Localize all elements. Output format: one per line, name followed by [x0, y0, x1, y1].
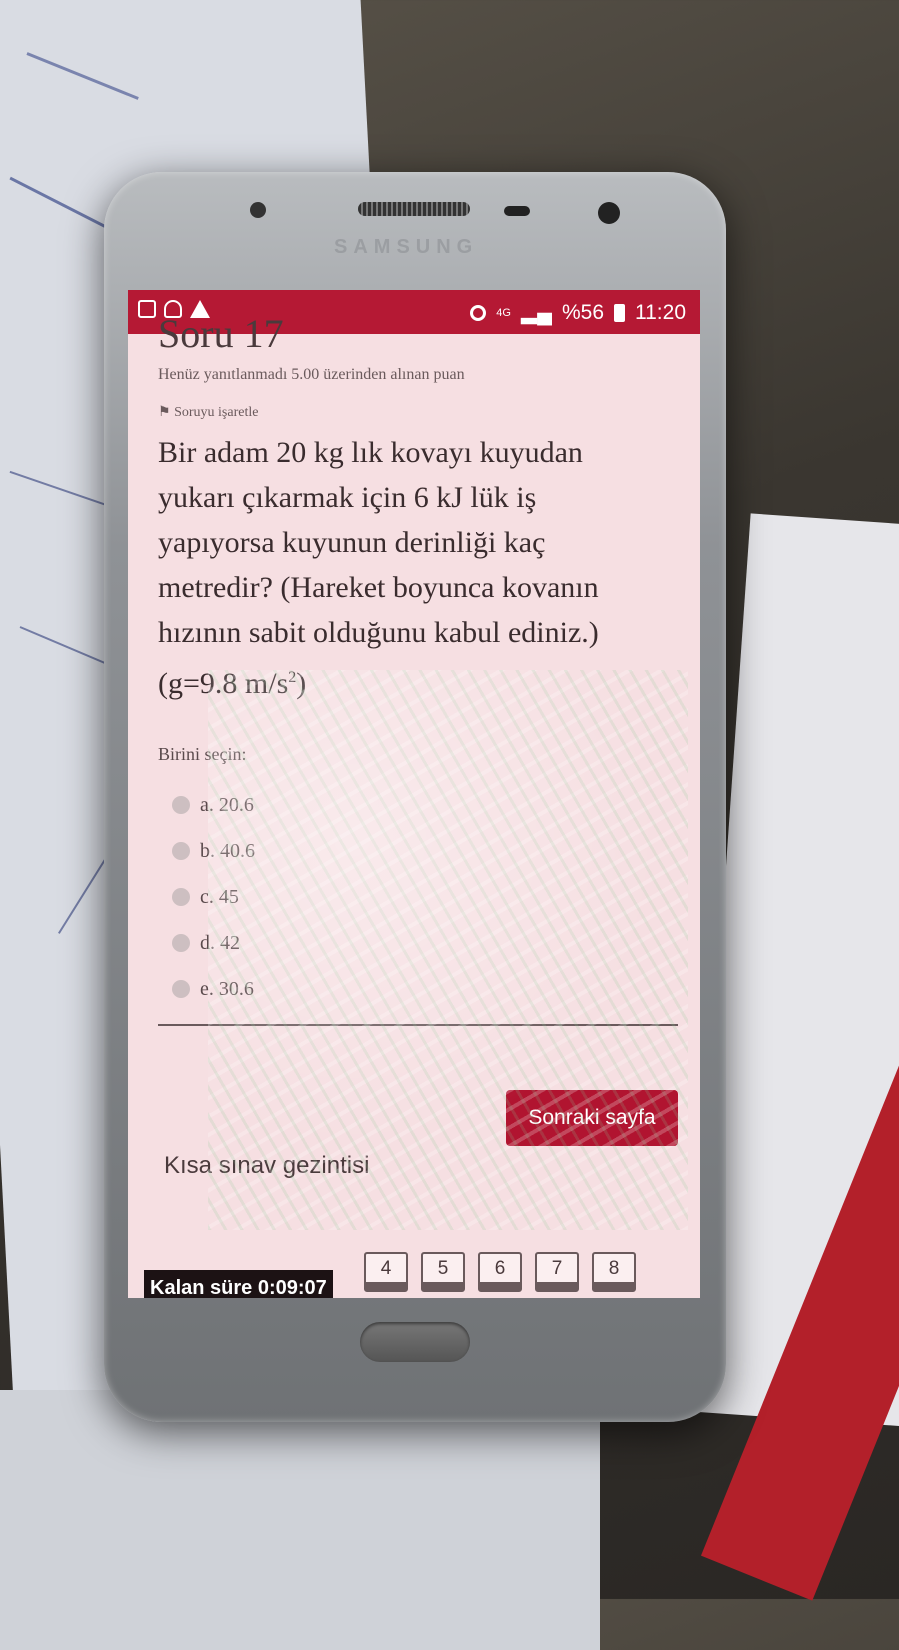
question-text: Bir adam 20 kg lık kovayı kuyudan yukarı… [158, 430, 658, 706]
option-e[interactable]: e. 30.6 [172, 966, 255, 1012]
radio-button[interactable] [172, 796, 190, 814]
network-type: 4G [496, 306, 511, 319]
option-a[interactable]: a. 20.6 [172, 782, 255, 828]
nav-page-8[interactable]: 8 [592, 1252, 636, 1292]
nav-page-6[interactable]: 6 [478, 1252, 522, 1292]
option-label: c. 45 [200, 885, 239, 908]
question-body: Bir adam 20 kg lık kovayı kuyudan yukarı… [158, 436, 599, 700]
battery-icon [614, 303, 625, 322]
background-paper [0, 1390, 600, 1650]
alarm-icon [470, 304, 487, 321]
divider [158, 1024, 678, 1026]
radio-button[interactable] [172, 842, 190, 860]
front-camera-icon [250, 202, 266, 218]
answer-prompt: Birini seçin: [158, 744, 247, 764]
phone-bezel: SAMSUNG [104, 172, 726, 292]
radio-button[interactable] [172, 980, 190, 998]
handwriting-mark [11, 52, 139, 137]
nav-page-5[interactable]: 5 [421, 1252, 465, 1292]
quiz-navigation-title: Kısa sınav gezintisi [164, 1152, 370, 1179]
question-state: Henüz yanıtlanmadı 5.00 üzerinden alınan… [158, 366, 465, 383]
nav-page-7[interactable]: 7 [535, 1252, 579, 1292]
home-button[interactable] [360, 1322, 470, 1362]
option-label: d. 42 [200, 931, 240, 954]
flag-question-link[interactable]: ⚑ Soruyu işaretle [158, 404, 258, 421]
signal-icon: ▂▄ [520, 301, 552, 324]
flag-icon: ⚑ [158, 405, 175, 420]
camera-lens-icon [598, 202, 620, 224]
brand-logo: SAMSUNG [334, 236, 479, 258]
clock: 11:20 [635, 300, 686, 324]
radio-button[interactable] [172, 934, 190, 952]
screen-glare [208, 670, 688, 1230]
next-page-button[interactable]: Sonraki sayfa [506, 1090, 678, 1146]
answer-options: a. 20.6 b. 40.6 c. 45 d. 42 e. 30.6 [172, 782, 255, 1012]
quiz-navigation: 4 5 6 7 8 [364, 1252, 636, 1292]
time-remaining: Kalan süre 0:09:07 [144, 1270, 333, 1298]
battery-level: %56 [561, 300, 604, 324]
option-c[interactable]: c. 45 [172, 874, 255, 920]
question-number: Soru 17 [158, 311, 284, 356]
option-d[interactable]: d. 42 [172, 920, 255, 966]
option-b[interactable]: b. 40.6 [172, 828, 255, 874]
proximity-sensor [504, 206, 530, 216]
option-label: e. 30.6 [200, 977, 254, 1000]
nav-page-4[interactable]: 4 [364, 1252, 408, 1292]
option-label: b. 40.6 [200, 839, 255, 862]
phone-screen: 4G ▂▄ %56 11:20 Soru 17 Henüz yanıtlanma… [128, 290, 700, 1298]
question-end: ) [296, 667, 307, 700]
speaker-grille [358, 202, 470, 216]
radio-button[interactable] [172, 888, 190, 906]
gallery-notification-icon [138, 300, 156, 318]
flag-label: Soruyu işaretle [174, 405, 259, 420]
option-label: a. 20.6 [200, 793, 254, 816]
